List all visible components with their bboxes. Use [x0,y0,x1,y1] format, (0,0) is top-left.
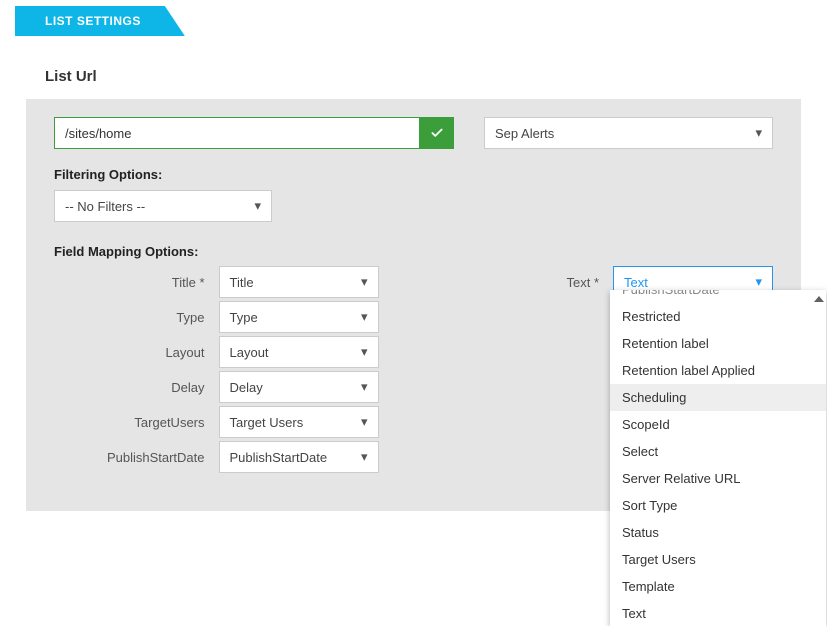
map-dropdown-value: Layout [230,345,269,360]
section-heading: List Url [45,68,812,85]
dropdown-option[interactable]: Status [610,519,826,546]
map-label: Delay [171,380,204,395]
filtering-label: Filtering Options: [54,167,773,182]
map-dropdown-value: Title [230,275,254,290]
caret-down-icon: ▾ [755,274,762,290]
map-label: Title * [172,275,205,290]
map-dropdown[interactable]: Title ▾ [219,266,379,298]
confirm-url-button[interactable] [420,117,454,149]
scroll-up-icon[interactable] [814,296,824,302]
map-label: Type [176,310,204,325]
caret-down-icon: ▾ [361,449,368,465]
caret-down-icon: ▾ [361,414,368,430]
map-row: TargetUsers Target Users ▾ [54,407,379,437]
map-row: Delay Delay ▾ [54,372,379,402]
map-dropdown[interactable]: Type ▾ [219,301,379,333]
filter-dropdown[interactable]: -- No Filters -- ▾ [54,190,272,222]
list-select-dropdown[interactable]: Sep Alerts ▾ [484,117,773,149]
map-dropdown[interactable]: Target Users ▾ [219,406,379,438]
dropdown-option[interactable]: Text [610,600,826,626]
dropdown-option[interactable]: ScopeId [610,411,826,438]
dropdown-option[interactable]: Restricted [610,303,826,330]
dropdown-option[interactable]: PublishStartDate [610,290,826,303]
caret-down-icon: ▾ [361,309,368,325]
map-label: Text * [566,275,599,290]
map-dropdown-value: Delay [230,380,263,395]
map-row: PublishStartDate PublishStartDate ▾ [54,442,379,472]
list-select-value: Sep Alerts [495,126,554,141]
map-row: Layout Layout ▾ [54,337,379,367]
text-dropdown-popup[interactable]: PublishStartDateRestrictedRetention labe… [610,290,826,626]
dropdown-option[interactable]: Template [610,573,826,600]
tab-list-settings[interactable]: LIST SETTINGS [15,6,185,36]
dropdown-option[interactable]: Server Relative URL [610,465,826,492]
mapping-label: Field Mapping Options: [54,244,773,259]
dropdown-option[interactable]: Scheduling [610,384,826,411]
caret-down-icon: ▾ [254,198,261,214]
map-dropdown-value: Text [624,275,648,290]
caret-down-icon: ▾ [755,125,762,141]
list-url-group [54,117,454,149]
list-url-input[interactable] [54,117,420,149]
caret-down-icon: ▾ [361,344,368,360]
map-row: Title * Title ▾ [54,267,379,297]
map-label: PublishStartDate [107,450,205,465]
caret-down-icon: ▾ [361,379,368,395]
dropdown-option[interactable]: Target Users [610,546,826,573]
map-dropdown[interactable]: Delay ▾ [219,371,379,403]
map-dropdown[interactable]: Layout ▾ [219,336,379,368]
map-dropdown-value: Type [230,310,258,325]
map-dropdown-value: PublishStartDate [230,450,328,465]
map-dropdown-value: Target Users [230,415,304,430]
caret-down-icon: ▾ [361,274,368,290]
mapping-col-left: Title *Title▾TypeType▾LayoutLayout▾Delay… [54,267,379,477]
check-icon [430,126,444,140]
map-row: Type Type ▾ [54,302,379,332]
map-label: TargetUsers [134,415,204,430]
dropdown-option[interactable]: Retention label Applied [610,357,826,384]
map-label: Layout [165,345,204,360]
dropdown-option[interactable]: Sort Type [610,492,826,519]
dropdown-option[interactable]: Retention label [610,330,826,357]
filter-value: -- No Filters -- [65,199,145,214]
dropdown-option[interactable]: Select [610,438,826,465]
map-dropdown[interactable]: PublishStartDate ▾ [219,441,379,473]
